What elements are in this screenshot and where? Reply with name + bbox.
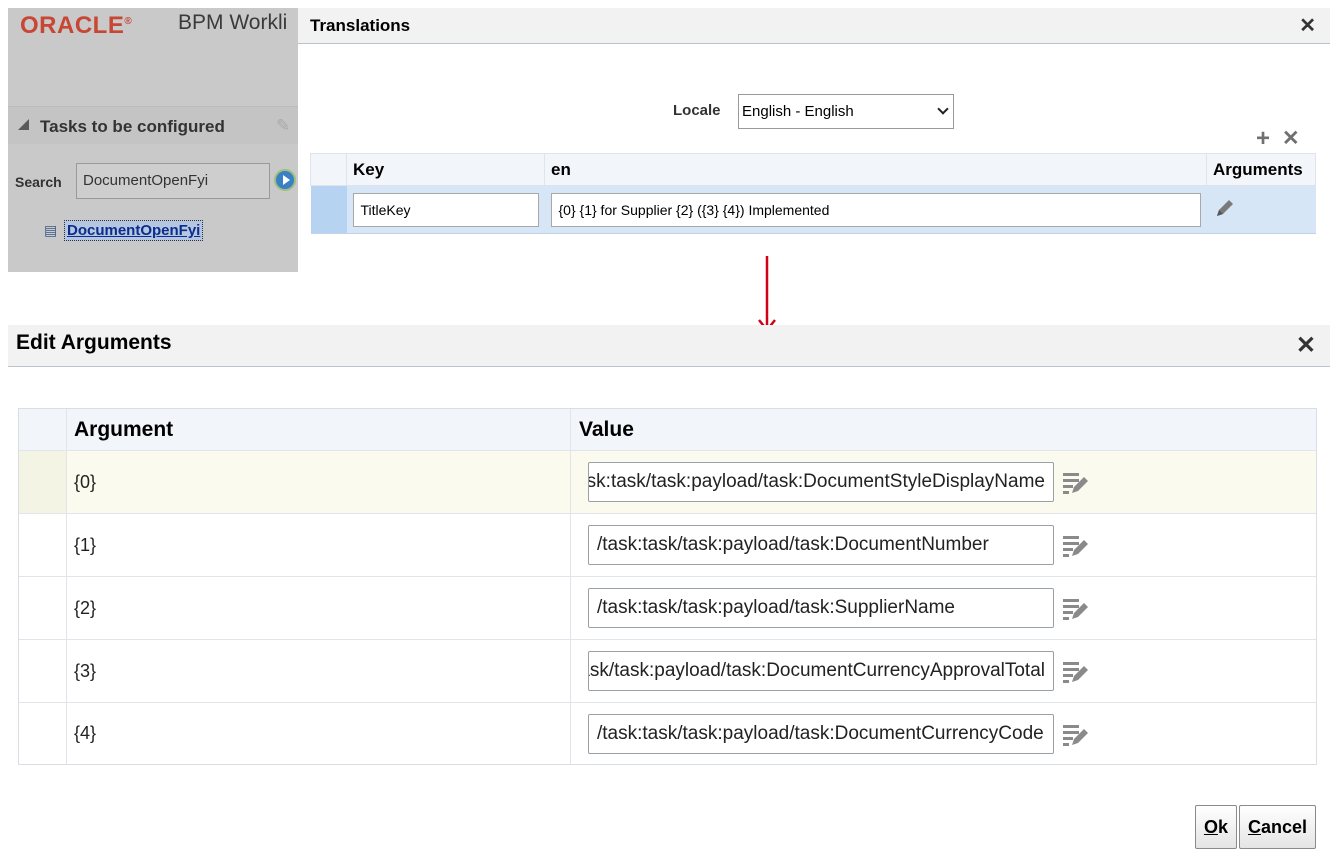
en-cell: {0} {1} for Supplier {2} ({3} {4}) Imple…: [544, 185, 1207, 234]
locale-label: Locale: [673, 102, 721, 119]
edit-expression-icon[interactable]: [1062, 595, 1090, 621]
background-worklist: ORACLE® BPM Workli Tasks to be configure…: [8, 8, 298, 272]
table-row[interactable]: {1} /task:task/task:payload/task:Documen…: [19, 514, 1316, 577]
row-selector[interactable]: [19, 577, 67, 639]
edit-expression-icon[interactable]: [1062, 658, 1090, 684]
en-value-input[interactable]: {0} {1} for Supplier {2} ({3} {4}) Imple…: [550, 192, 1201, 227]
argument-cell: {2}: [67, 577, 571, 639]
argument-cell: {3}: [67, 640, 571, 702]
dialog-buttons: Ok Cancel: [1194, 805, 1316, 849]
oracle-logo: ORACLE®: [20, 12, 133, 39]
table-row[interactable]: {0} /task:task/task:payload/task:Documen…: [19, 451, 1316, 514]
edit-arguments-title: Edit Arguments: [16, 331, 172, 354]
tree-item-documentopenfyi[interactable]: DocumentOpenFyi: [64, 220, 204, 241]
column-header-arguments: Arguments: [1206, 153, 1316, 186]
row-selector[interactable]: [19, 640, 67, 702]
row-selector[interactable]: [19, 451, 67, 513]
argument-cell: {4}: [67, 703, 571, 764]
argument-cell: {1}: [67, 514, 571, 576]
row-selector[interactable]: [19, 703, 67, 764]
edit-expression-icon[interactable]: [1062, 721, 1090, 747]
pencil-icon[interactable]: ✎: [276, 116, 290, 136]
row-selector[interactable]: [310, 185, 347, 234]
column-header-en: en: [544, 153, 1207, 186]
value-cell: /task:task/task:payload/task:DocumentSty…: [571, 451, 1316, 513]
value-input[interactable]: /task:task/task:payload/task:DocumentCur…: [588, 651, 1054, 691]
row-selector[interactable]: [19, 514, 67, 576]
value-input[interactable]: /task:task/task:payload/task:DocumentNum…: [588, 525, 1054, 565]
edit-expression-icon[interactable]: [1062, 532, 1090, 558]
task-icon: ▤: [44, 222, 58, 238]
tasks-panel-header[interactable]: Tasks to be configured ✎: [8, 106, 298, 144]
value-input[interactable]: /task:task/task:payload/task:DocumentCur…: [588, 713, 1054, 754]
collapse-triangle-icon[interactable]: [18, 119, 29, 130]
close-icon[interactable]: ✕: [1299, 13, 1316, 38]
search-label: Search: [15, 174, 62, 190]
translations-table: Key en Arguments TitleKey {0} {1} for Su…: [310, 153, 1316, 234]
translations-title: Translations: [310, 16, 411, 35]
table-row[interactable]: {4} /task:task/task:payload/task:Documen…: [19, 703, 1316, 764]
tasks-panel-title: Tasks to be configured: [40, 117, 225, 136]
delete-icon[interactable]: ✕: [1282, 128, 1300, 150]
row-header-cell: [19, 409, 67, 450]
translations-table-header: Key en Arguments: [310, 153, 1316, 186]
column-header-value: Value: [579, 417, 634, 441]
argument-cell: {0}: [67, 451, 571, 513]
plus-icon[interactable]: +: [1256, 127, 1270, 151]
edit-expression-icon[interactable]: [1062, 469, 1090, 495]
cancel-button[interactable]: Cancel: [1238, 805, 1316, 849]
value-cell: /task:task/task:payload/task:DocumentNum…: [571, 514, 1316, 576]
value-cell: /task:task/task:payload/task:DocumentCur…: [571, 703, 1316, 764]
locale-select[interactable]: English - English: [738, 94, 954, 129]
value-input[interactable]: /task:task/task:payload/task:DocumentSty…: [588, 462, 1054, 502]
dropdown-chevron-icon: [937, 103, 949, 115]
down-arrow-icon: [758, 256, 776, 333]
app-title: BPM Workli: [178, 11, 288, 34]
ok-button[interactable]: Ok: [1194, 805, 1237, 849]
value-input[interactable]: /task:task/task:payload/task:SupplierNam…: [588, 588, 1054, 628]
edit-arguments-header: Edit Arguments ✕: [8, 325, 1330, 367]
row-header-cell: [310, 153, 347, 186]
arguments-table-header: Argument Value: [19, 409, 1316, 451]
close-icon[interactable]: ✕: [1296, 331, 1316, 360]
pencil-icon[interactable]: [1213, 196, 1237, 220]
column-header-argument: Argument: [67, 409, 571, 450]
edit-arguments-dialog: Edit Arguments ✕ Argument Value {0} /tas…: [8, 325, 1330, 857]
value-cell: /task:task/task:payload/task:SupplierNam…: [571, 577, 1316, 639]
arguments-cell: [1206, 185, 1316, 234]
translations-dialog: Translations ✕ Locale English - English …: [298, 8, 1330, 272]
arguments-table: Argument Value {0} /task:task/task:paylo…: [18, 408, 1317, 765]
go-icon[interactable]: [274, 169, 296, 191]
table-row[interactable]: TitleKey {0} {1} for Supplier {2} ({3} {…: [310, 185, 1316, 234]
table-row[interactable]: {2} /task:task/task:payload/task:Supplie…: [19, 577, 1316, 640]
key-cell: TitleKey: [346, 185, 545, 234]
table-row[interactable]: {3} /task:task/task:payload/task:Documen…: [19, 640, 1316, 703]
search-input[interactable]: DocumentOpenFyi: [76, 163, 270, 199]
value-cell: /task:task/task:payload/task:DocumentCur…: [571, 640, 1316, 702]
locale-value: English - English: [742, 103, 854, 120]
key-input[interactable]: TitleKey: [352, 192, 539, 227]
translations-header: Translations ✕: [298, 8, 1330, 44]
column-header-key: Key: [346, 153, 545, 186]
